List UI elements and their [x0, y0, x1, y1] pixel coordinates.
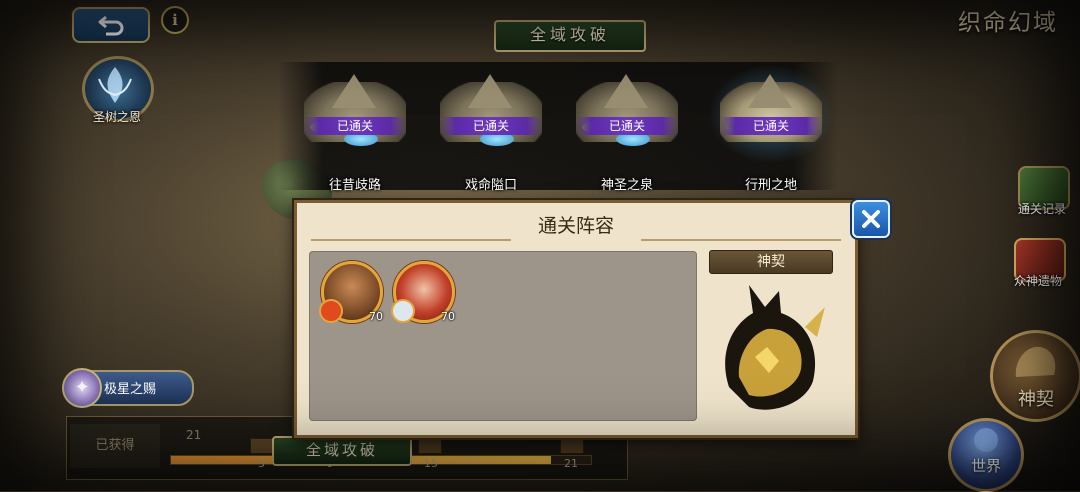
- divine-pact-button[interactable]: 神契: [990, 330, 1080, 422]
- golden-beast-icon: [725, 285, 825, 410]
- stages-banner-title: 全域攻破: [494, 20, 646, 52]
- globe-icon: [974, 428, 998, 452]
- sacred-tree-label: 圣树之恩: [92, 110, 141, 124]
- realm-title: 织命幻域: [958, 10, 1058, 36]
- dialog-title: 通关阵容: [537, 215, 614, 237]
- tree-emblem-icon: [98, 67, 132, 103]
- divine-pact-artwork[interactable]: [709, 277, 831, 425]
- close-button[interactable]: [852, 200, 890, 238]
- element-icon: [319, 299, 343, 323]
- milestone-chest-icon[interactable]: [418, 438, 442, 454]
- title-divider: [311, 239, 511, 241]
- stage-name: 往昔歧路: [328, 178, 381, 193]
- world-label: 世界: [970, 457, 1001, 475]
- stage-card-selected[interactable]: 已通关 行刑之地: [708, 64, 834, 193]
- cleared-ribbon: 已通关: [440, 117, 542, 135]
- star-icon: ✦: [62, 368, 102, 408]
- stage-name: 神圣之泉: [600, 178, 653, 193]
- clear-record-label: 通关记录: [1017, 202, 1066, 216]
- pact-label: 神契: [709, 250, 833, 274]
- top-counter: 21: [186, 428, 202, 442]
- beast-head-icon: [1015, 346, 1056, 377]
- hero-slot[interactable]: 70: [391, 261, 455, 323]
- stage-card[interactable]: 已通关 往昔歧路: [296, 70, 414, 193]
- back-button[interactable]: [72, 7, 150, 43]
- info-button[interactable]: i: [161, 6, 189, 34]
- gods-relics-button[interactable]: 众神遗物: [1008, 236, 1068, 290]
- mountain-peak-icon: [604, 74, 648, 108]
- clear-record-button[interactable]: 通关记录: [1012, 164, 1072, 218]
- divine-pact-label: 神契: [1018, 389, 1054, 410]
- milestone-value: 21: [564, 457, 578, 470]
- cleared-ribbon: 已通关: [576, 117, 678, 135]
- clear-lineup-dialog: 通关阵容 70 70 神契: [294, 200, 858, 438]
- back-arrow-icon: [98, 15, 124, 36]
- bottom-title-plaque: 全域攻破: [272, 436, 412, 466]
- mountain-peak-icon: [748, 74, 792, 108]
- star-gift-button[interactable]: ✦ 极星之赐: [62, 368, 194, 408]
- cleared-ribbon: 已通关: [720, 117, 822, 135]
- hero-level: 70: [441, 310, 455, 323]
- stage-name: 行刑之地: [744, 178, 797, 193]
- cleared-ribbon: 已通关: [304, 117, 406, 135]
- mountain-peak-icon: [468, 74, 512, 108]
- star-gift-label: 极星之赐: [104, 382, 157, 397]
- milestone-chest-icon[interactable]: [560, 438, 584, 454]
- world-button[interactable]: 世界: [948, 418, 1024, 492]
- close-icon: [862, 210, 880, 228]
- stage-card[interactable]: 已通关 戏命隘口: [432, 70, 550, 193]
- milestone-value: 3: [258, 457, 265, 470]
- milestone-chest-icon[interactable]: [250, 438, 274, 454]
- hero-level: 70: [369, 310, 383, 323]
- stage-name: 戏命隘口: [464, 178, 517, 193]
- milestone-value: 15: [424, 457, 438, 470]
- lineup-area: 70 70: [309, 251, 697, 421]
- hero-slot[interactable]: 70: [319, 261, 383, 323]
- element-icon: [391, 299, 415, 323]
- stage-card[interactable]: 已通关 神圣之泉: [568, 70, 686, 193]
- title-divider: [641, 239, 841, 241]
- mountain-peak-icon: [332, 74, 376, 108]
- obtained-label: 已获得: [70, 424, 160, 468]
- gods-relics-label: 众神遗物: [1013, 274, 1062, 288]
